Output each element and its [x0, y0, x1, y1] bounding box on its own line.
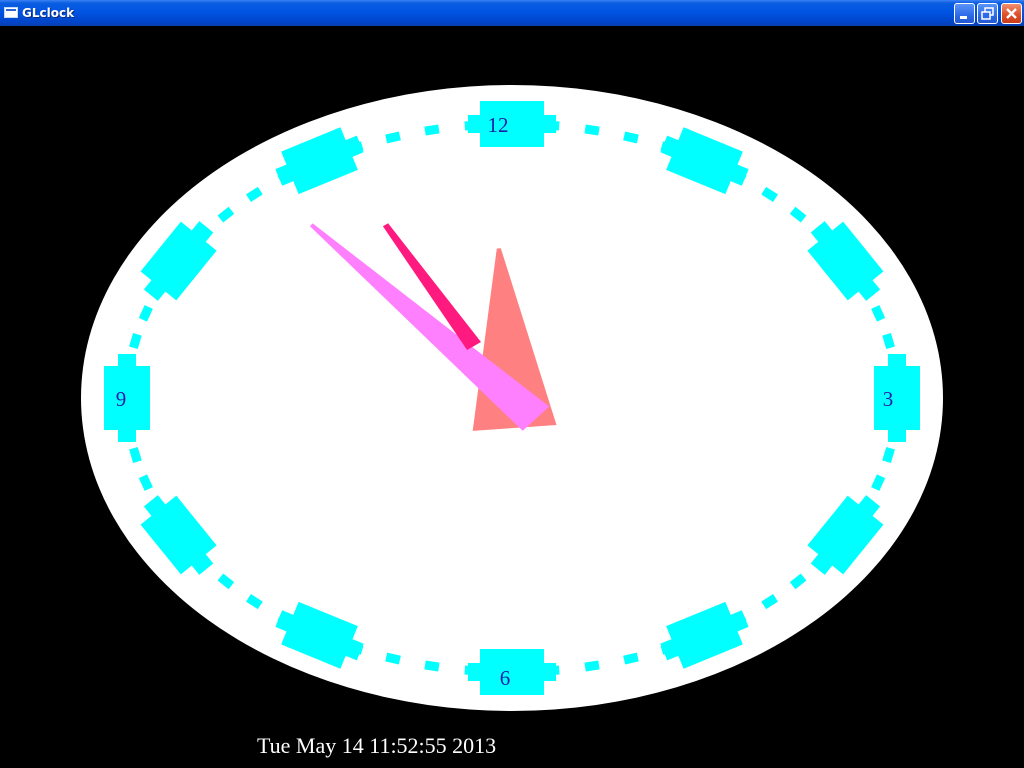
- numeral-9: 9: [116, 387, 127, 411]
- minimize-button[interactable]: [954, 3, 975, 24]
- numeral-12: 12: [488, 113, 509, 137]
- title-bar[interactable]: GLclock: [0, 0, 1024, 26]
- numeral-3: 3: [883, 387, 894, 411]
- clock-face-svg: 12 3 6 9: [81, 85, 943, 711]
- restore-icon: [978, 4, 997, 23]
- hour-marker-tab: [468, 115, 556, 133]
- minimize-icon: [955, 4, 974, 23]
- window-title: GLclock: [22, 6, 75, 20]
- restore-button[interactable]: [977, 3, 998, 24]
- app-window-icon[interactable]: [4, 7, 18, 18]
- date-time-readout: Tue May 14 11:52:55 2013: [257, 733, 497, 758]
- glclock-window: GLclock 12 3 6 9 Tue May 14 11:52:55 201…: [0, 0, 1024, 768]
- close-button[interactable]: [1001, 3, 1022, 24]
- hour-marker-tab: [468, 663, 556, 681]
- close-icon: [1002, 4, 1021, 23]
- clock-canvas: 12 3 6 9 Tue May 14 11:52:55 2013: [0, 26, 1024, 768]
- numeral-6: 6: [500, 666, 511, 690]
